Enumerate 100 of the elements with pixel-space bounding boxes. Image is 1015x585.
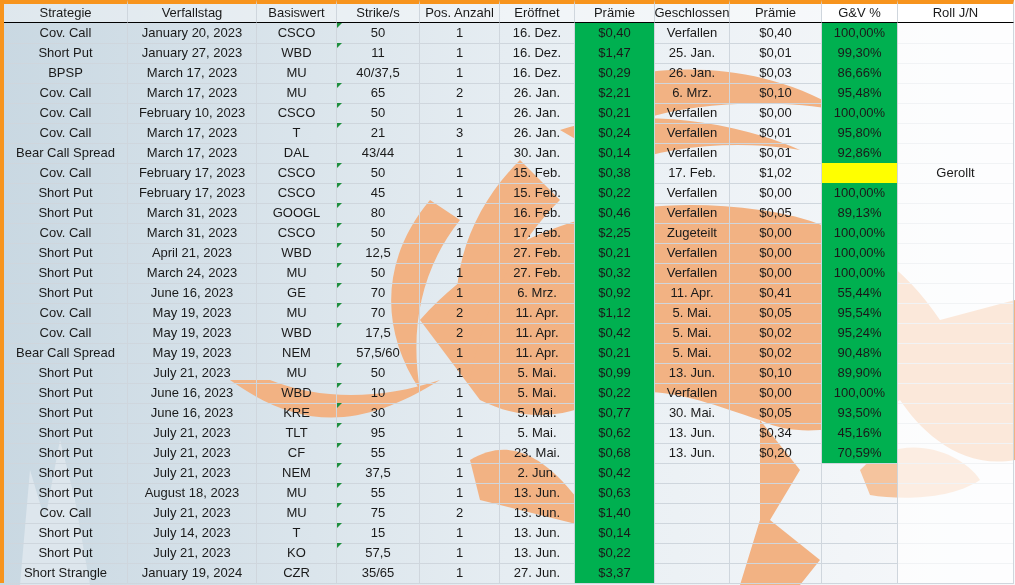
table-cell-text: $0,05 bbox=[759, 404, 792, 422]
table-cell-text: 5. Mai. bbox=[517, 404, 557, 422]
table-cell-text: Short Put bbox=[38, 524, 93, 542]
table-cell-text: 1 bbox=[455, 184, 464, 202]
table-cell-text: Short Put bbox=[38, 424, 93, 442]
table-cell-text: 1 bbox=[455, 484, 464, 502]
table-cell-text: MU bbox=[286, 64, 307, 82]
table-cell-text: 16. Dez. bbox=[512, 64, 562, 82]
column-header: Roll J/N bbox=[898, 0, 1014, 23]
column-header: Prämie bbox=[730, 0, 822, 23]
table-cell-text: 6. Mrz. bbox=[517, 284, 557, 302]
table-cell-text: Bear Call Spread bbox=[16, 144, 115, 162]
table-cell-text: NEM bbox=[282, 464, 311, 482]
table-cell-text: 2 bbox=[455, 304, 464, 322]
table-cell-text: Verfallen bbox=[666, 124, 718, 142]
table-cell-text: Verfallen bbox=[666, 184, 718, 202]
table-cell-text: 80 bbox=[370, 204, 386, 222]
table-cell-text: 50 bbox=[370, 24, 386, 42]
table-cell-text: July 21, 2023 bbox=[153, 364, 231, 382]
table-cell-text: July 21, 2023 bbox=[153, 444, 231, 462]
table-cell-text: $0,00 bbox=[759, 224, 792, 242]
table-cell-text: 1 bbox=[455, 24, 464, 42]
column-header: Eröffnet bbox=[500, 0, 575, 23]
table-cell-text: 2. Jun. bbox=[517, 464, 557, 482]
table-cell-text: April 21, 2023 bbox=[151, 244, 233, 262]
table-cell-text: MU bbox=[286, 484, 307, 502]
table-cell-text: WBD bbox=[281, 44, 312, 62]
table-cell-text: 16. Feb. bbox=[513, 204, 561, 222]
table-cell-text: $0,01 bbox=[759, 44, 792, 62]
table-cell-text: 100,00% bbox=[833, 104, 886, 122]
table-cell-text: MU bbox=[286, 264, 307, 282]
table-cell-text: March 24, 2023 bbox=[146, 264, 238, 282]
table-cell-text: 13. Jun. bbox=[513, 504, 561, 522]
table-cell-text: T bbox=[292, 124, 301, 142]
table-cell-text: CF bbox=[287, 444, 306, 462]
table-cell-text: $0,10 bbox=[759, 364, 792, 382]
table-cell-text: CSCO bbox=[277, 24, 316, 42]
table-cell-text: $0,62 bbox=[598, 424, 631, 442]
table-cell-text: Verfallen bbox=[666, 24, 718, 42]
table-cell-text: MU bbox=[286, 304, 307, 322]
table-cell-text: 5. Mai. bbox=[672, 344, 712, 362]
table-cell-text: 95,24% bbox=[837, 324, 882, 342]
column-header: Basiswert bbox=[257, 0, 337, 23]
table-cell-text: July 21, 2023 bbox=[153, 424, 231, 442]
table-cell-text: March 17, 2023 bbox=[146, 144, 238, 162]
table-cell-text: $2,21 bbox=[598, 84, 631, 102]
table-cell-text: $0,21 bbox=[598, 344, 631, 362]
table-cell-text: Short Put bbox=[38, 384, 93, 402]
table-cell-text: KO bbox=[287, 544, 306, 562]
table-cell-text: 100,00% bbox=[833, 224, 886, 242]
table-cell-text: Short Strangle bbox=[23, 564, 108, 582]
table-cell-text: $0,40 bbox=[598, 24, 631, 42]
table-cell-text: $0,20 bbox=[759, 444, 792, 462]
table-cell-text: 12,5 bbox=[365, 244, 391, 262]
table-cell-text: WBD bbox=[281, 244, 312, 262]
table-cell-text: Cov. Call bbox=[39, 224, 92, 242]
table-cell-text: 45,16% bbox=[837, 424, 882, 442]
table-cell-text: June 16, 2023 bbox=[150, 404, 234, 422]
table-cell-text: $0,21 bbox=[598, 104, 631, 122]
table-cell-text: NEM bbox=[282, 344, 311, 362]
table-cell-text: $0,29 bbox=[598, 64, 631, 82]
column-header: G&V % bbox=[822, 0, 898, 23]
table-cell-text: $0,00 bbox=[759, 184, 792, 202]
table-cell-text: 13. Jun. bbox=[668, 444, 716, 462]
table-cell-text: CSCO bbox=[277, 184, 316, 202]
table-cell-text: $0,42 bbox=[598, 324, 631, 342]
table-cell-text: 11. Apr. bbox=[515, 304, 559, 322]
table-cell-text: March 31, 2023 bbox=[146, 224, 238, 242]
table-cell-text: July 21, 2023 bbox=[153, 504, 231, 522]
table-cell-text: 89,90% bbox=[837, 364, 882, 382]
table-cell-text: 50 bbox=[370, 364, 386, 382]
table-cell-text: TLT bbox=[285, 424, 308, 442]
table-cell-text: 55 bbox=[370, 444, 386, 462]
table-cell-text: 1 bbox=[455, 104, 464, 122]
table-cell-text: $0,41 bbox=[759, 284, 792, 302]
table-cell-text: 99,30% bbox=[837, 44, 882, 62]
table-cell-text: 11 bbox=[371, 44, 385, 62]
table-cell-text: T bbox=[292, 524, 301, 542]
table-cell-text: 1 bbox=[455, 44, 464, 62]
table-cell-text: 2 bbox=[455, 504, 464, 522]
table-cell-text: May 19, 2023 bbox=[152, 304, 232, 322]
table-cell-text: $0,00 bbox=[759, 384, 792, 402]
table-cell-text: MU bbox=[286, 504, 307, 522]
table-cell-text: 50 bbox=[370, 164, 386, 182]
table-cell-text: 1 bbox=[455, 564, 464, 582]
table-cell-text: 30 bbox=[370, 404, 386, 422]
table-cell-text: Short Put bbox=[38, 364, 93, 382]
table-cell-text: 23. Mai. bbox=[513, 444, 561, 462]
table-cell-text: $1,40 bbox=[598, 504, 631, 522]
table-cell-text: June 16, 2023 bbox=[150, 284, 234, 302]
table-cell-text: 35/65 bbox=[361, 564, 395, 582]
table-cell-text: 50 bbox=[370, 104, 386, 122]
table-cell-text: May 19, 2023 bbox=[152, 324, 232, 342]
table-cell-text: 95 bbox=[370, 424, 386, 442]
table-cell-text: $0,68 bbox=[598, 444, 631, 462]
table-cell-text: 5. Mai. bbox=[517, 364, 557, 382]
table-cell-text: $0,38 bbox=[598, 164, 631, 182]
table-cell-text: August 18, 2023 bbox=[144, 484, 240, 502]
table-cell-text: $3,37 bbox=[598, 564, 631, 582]
table-cell-text: Verfallen bbox=[666, 204, 718, 222]
